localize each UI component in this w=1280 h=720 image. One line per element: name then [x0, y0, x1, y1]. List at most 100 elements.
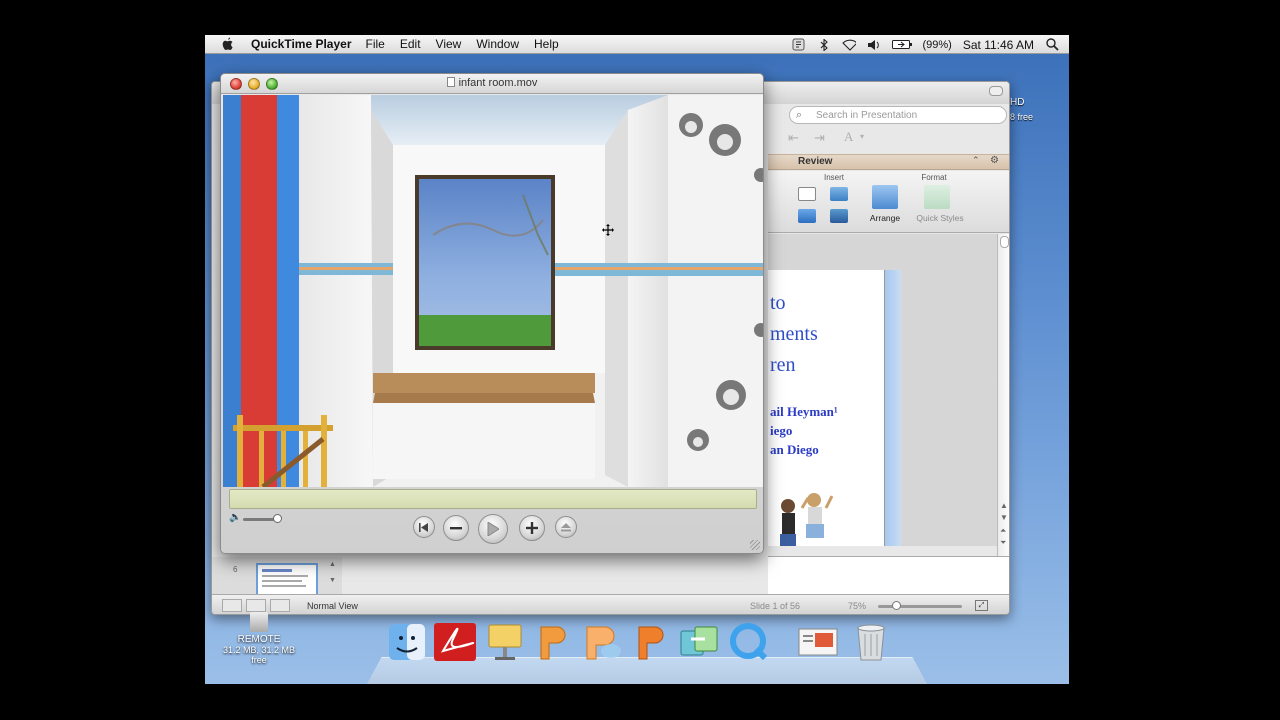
- scroll-down-icon[interactable]: ▼: [1000, 513, 1008, 522]
- gear-icon[interactable]: ⚙: [990, 155, 999, 166]
- hd-free: 8 free: [1010, 112, 1034, 122]
- picture-icon[interactable]: [830, 187, 848, 201]
- author-line: an Diego: [770, 442, 819, 457]
- group-insert-label: Insert: [823, 173, 844, 182]
- volume-slider[interactable]: [243, 518, 277, 521]
- search-placeholder: Search in Presentation: [816, 109, 918, 121]
- spotlight-icon[interactable]: [1045, 38, 1059, 51]
- notes-pane[interactable]: [768, 556, 1009, 594]
- rewind-button[interactable]: [413, 516, 435, 538]
- quick-styles-button[interactable]: Quick Styles: [914, 213, 966, 223]
- script-menu-icon[interactable]: [792, 38, 806, 51]
- menu-edit[interactable]: Edit: [400, 37, 421, 51]
- toolbar-toggle-button[interactable]: [989, 86, 1003, 96]
- slide-title-line: to: [770, 292, 786, 314]
- media-icon[interactable]: [830, 209, 848, 223]
- search-input[interactable]: ⌕ Search in Presentation: [789, 106, 1007, 124]
- chevron-down-icon[interactable]: ▾: [860, 132, 864, 141]
- next-slide-icon[interactable]: ⏷: [1000, 538, 1006, 548]
- tab-review[interactable]: Review: [798, 156, 832, 167]
- shape-icon[interactable]: [798, 209, 816, 223]
- menu-bar: QuickTime Player File Edit View Window H…: [205, 35, 1069, 54]
- thumb-number: 6: [233, 565, 238, 574]
- slide-title-line: ren: [770, 354, 796, 376]
- vertical-scrollbar[interactable]: ▲ ▼ ⏶ ⏷: [997, 234, 1009, 556]
- menu-clock[interactable]: Sat 11:46 AM: [963, 38, 1034, 52]
- trash-icon[interactable]: [849, 619, 893, 665]
- zoom-slider[interactable]: [878, 605, 962, 608]
- author-line: iego: [770, 423, 793, 438]
- menu-app-name[interactable]: QuickTime Player: [251, 37, 352, 51]
- arrange-button[interactable]: Arrange: [864, 213, 906, 223]
- desktop: QuickTime Player File Edit View Window H…: [205, 35, 1069, 684]
- arrange-icon[interactable]: [872, 185, 898, 209]
- keynote-icon[interactable]: [483, 619, 527, 665]
- thumb-scroll-up-icon[interactable]: ▲: [329, 561, 336, 568]
- hard-drive-label[interactable]: HD 8 free: [1010, 96, 1060, 124]
- fit-window-icon[interactable]: ⤢: [975, 600, 988, 611]
- slide-thumbnail[interactable]: [256, 563, 318, 597]
- resize-handle[interactable]: [750, 540, 760, 550]
- remote-disk-icon: [250, 612, 268, 632]
- remote-disk-size: 31.2 MB, 31.2 MB free: [222, 645, 296, 665]
- menu-window[interactable]: Window: [476, 37, 519, 51]
- battery-icon[interactable]: [891, 38, 912, 51]
- volume-icon[interactable]: [867, 38, 881, 51]
- slide-background-strip: [885, 270, 901, 546]
- normal-view-button[interactable]: [222, 599, 242, 612]
- faster-button[interactable]: [519, 515, 545, 541]
- migration-icon[interactable]: [677, 619, 721, 665]
- ribbon-tabs: Review ⌃ ⚙: [768, 154, 1009, 170]
- increase-indent-icon[interactable]: ⇥: [814, 130, 825, 146]
- collapse-ribbon-icon[interactable]: ⌃: [972, 155, 980, 166]
- slide-sorter-button[interactable]: [246, 599, 266, 612]
- acrobat-icon[interactable]: [433, 619, 477, 665]
- slide-canvas[interactable]: to ments ren ail Heyman¹ iego an Diego: [768, 270, 885, 546]
- powerpoint-icon-2[interactable]: [581, 619, 625, 665]
- decrease-indent-icon[interactable]: ⇤: [788, 130, 799, 146]
- text-box-icon[interactable]: [798, 187, 816, 201]
- wifi-icon[interactable]: [841, 38, 856, 51]
- finder-icon[interactable]: [385, 619, 429, 665]
- preview-icon[interactable]: [797, 619, 841, 665]
- movie-file-icon: [446, 77, 455, 87]
- video-frame[interactable]: [223, 95, 763, 487]
- powerpoint-icon-3[interactable]: [629, 619, 673, 665]
- volume-slider-knob[interactable]: [273, 514, 282, 523]
- quick-styles-icon[interactable]: [924, 185, 950, 209]
- menu-file[interactable]: File: [366, 37, 385, 51]
- powerpoint-icon-1[interactable]: [531, 619, 575, 665]
- quicktime-window: infant room.mov 🔈: [220, 73, 764, 554]
- eject-button[interactable]: [555, 516, 577, 538]
- notes-view-button[interactable]: [270, 599, 290, 612]
- slide-counter: Slide 1 of 56: [750, 601, 801, 611]
- minus-icon: [450, 526, 462, 529]
- qt-titlebar[interactable]: infant room.mov: [221, 74, 763, 94]
- search-icon: ⌕: [796, 109, 803, 121]
- remote-disk[interactable]: REMOTE 31.2 MB, 31.2 MB free: [219, 612, 299, 665]
- bluetooth-icon[interactable]: [817, 38, 831, 51]
- zoom-level: 75%: [848, 601, 867, 611]
- menu-view[interactable]: View: [436, 37, 462, 51]
- slower-button[interactable]: [443, 515, 469, 541]
- previous-slide-icon[interactable]: ⏶: [1000, 526, 1006, 536]
- zoom-slider-knob[interactable]: [892, 601, 901, 610]
- menu-help[interactable]: Help: [534, 37, 559, 51]
- quicktime-icon[interactable]: [727, 619, 771, 665]
- status-bar: Normal View Slide 1 of 56 75% ⤢: [212, 594, 1009, 614]
- window-title: infant room.mov: [221, 77, 763, 89]
- volume-speaker-icon: 🔈: [229, 512, 242, 523]
- view-buttons: [222, 599, 290, 612]
- apple-menu-icon[interactable]: [221, 37, 235, 52]
- timeline-scrubber[interactable]: [229, 489, 757, 509]
- plus-icon: [526, 522, 538, 534]
- play-button[interactable]: [478, 514, 508, 544]
- scroll-up-icon[interactable]: ▲: [1000, 501, 1008, 510]
- eject-icon: [561, 522, 571, 531]
- slide-title-line: ments: [770, 323, 818, 345]
- thumb-scroll-down-icon[interactable]: ▼: [329, 577, 336, 584]
- rewind-icon: [419, 522, 428, 532]
- hd-name: HD: [1010, 97, 1025, 108]
- font-color-icon[interactable]: A: [844, 129, 853, 145]
- slide-authors: ail Heyman¹ iego an Diego: [770, 402, 838, 459]
